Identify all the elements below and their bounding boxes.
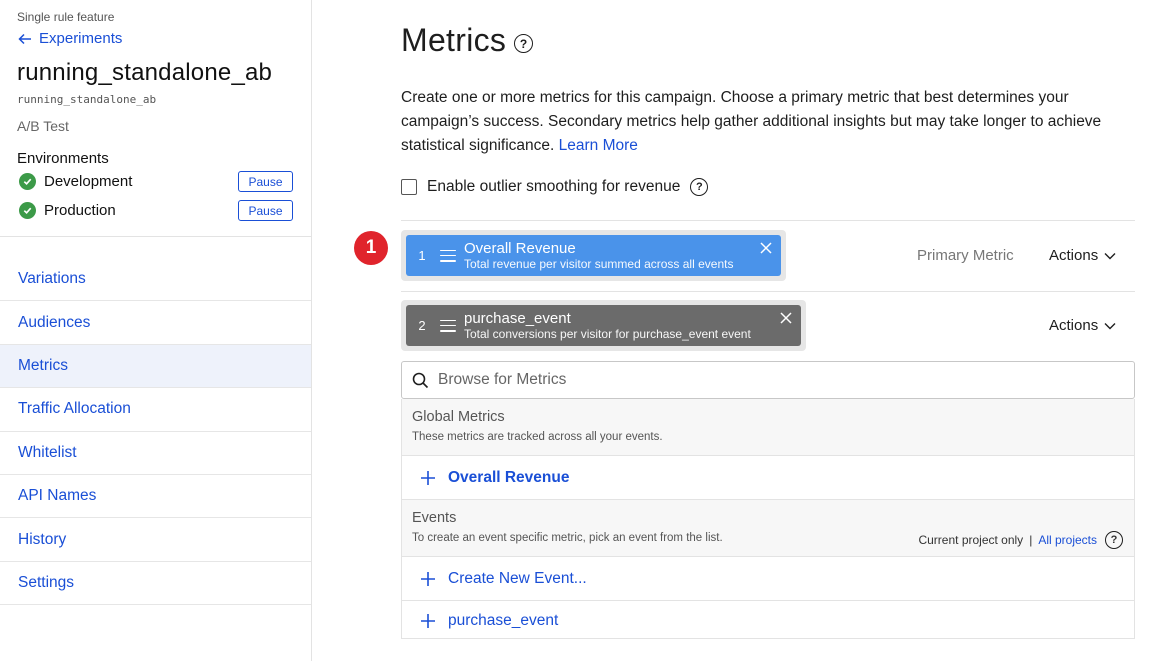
add-overall-revenue-option[interactable]: Overall Revenue <box>402 456 1134 500</box>
all-projects-link[interactable]: All projects <box>1038 533 1097 547</box>
learn-more-link[interactable]: Learn More <box>559 137 638 154</box>
global-metrics-subtext: These metrics are tracked across all you… <box>412 431 663 443</box>
check-circle-icon <box>19 202 36 219</box>
metric-actions-button[interactable]: Actions <box>1049 247 1116 264</box>
plus-icon <box>421 571 435 586</box>
metric-pill[interactable]: 1 Overall Revenue Total revenue per visi… <box>406 235 781 276</box>
sidebar-item-traffic-allocation[interactable]: Traffic Allocation <box>0 388 311 432</box>
add-purchase-event-option[interactable]: purchase_event <box>402 601 1134 640</box>
pause-development-button[interactable]: Pause <box>238 171 293 192</box>
metric-index: 2 <box>418 318 426 333</box>
help-icon[interactable]: ? <box>690 178 709 196</box>
option-label: Overall Revenue <box>448 468 570 486</box>
metric-pill[interactable]: 2 purchase_event Total conversions per v… <box>406 305 801 346</box>
actions-label: Actions <box>1049 247 1099 264</box>
drag-handle-icon[interactable] <box>440 319 456 332</box>
metric-description: Total conversions per visitor for purcha… <box>464 327 751 341</box>
global-metrics-heading: Global Metrics <box>412 409 505 425</box>
divider <box>401 291 1135 292</box>
experiment-name: running_standalone_ab <box>17 59 273 86</box>
option-label: purchase_event <box>448 611 559 629</box>
current-project-option[interactable]: Current project only <box>918 533 1023 547</box>
sidebar-item-variations[interactable]: Variations <box>0 258 311 302</box>
sidebar: Single rule feature Experiments running_… <box>0 0 312 661</box>
drag-handle-icon[interactable] <box>440 249 456 262</box>
environment-name: Development <box>44 173 133 190</box>
plus-icon <box>421 470 435 485</box>
feature-kicker: Single rule feature <box>17 10 115 24</box>
annotation-badge: 1 <box>354 231 388 265</box>
environment-row-development: Development Pause <box>17 167 293 196</box>
metric-row-primary: 1 Overall Revenue Total revenue per visi… <box>401 230 786 281</box>
description-text: Create one or more metrics for this camp… <box>401 89 1102 154</box>
sidebar-item-settings[interactable]: Settings <box>0 562 311 606</box>
page-description: Create one or more metrics for this camp… <box>401 86 1135 158</box>
outlier-smoothing-label: Enable outlier smoothing for revenue <box>427 178 681 195</box>
actions-label: Actions <box>1049 317 1099 334</box>
plus-icon <box>421 613 435 628</box>
option-label: Create New Event... <box>448 569 587 587</box>
chevron-down-icon <box>1104 322 1116 329</box>
sidebar-item-audiences[interactable]: Audiences <box>0 301 311 345</box>
pause-production-button[interactable]: Pause <box>238 200 293 221</box>
sidebar-nav: Variations Audiences Metrics Traffic All… <box>0 258 311 606</box>
search-icon <box>412 372 429 388</box>
events-heading: Events <box>412 510 457 526</box>
outlier-smoothing-option[interactable]: Enable outlier smoothing for revenue ? <box>401 178 709 196</box>
back-to-experiments-link[interactable]: Experiments <box>17 30 293 47</box>
help-icon[interactable]: ? <box>1105 531 1123 549</box>
page-title: Metrics ? <box>401 22 534 59</box>
project-scope-toggle: Current project only | All projects ? <box>918 531 1123 549</box>
global-metrics-section-header: Global Metrics These metrics are tracked… <box>402 399 1134 456</box>
events-section-header: Events To create an event specific metri… <box>402 500 1134 557</box>
page-title-text: Metrics <box>401 22 507 58</box>
experiment-key: running_standalone_ab <box>17 93 157 106</box>
browse-metrics-box[interactable] <box>401 361 1135 399</box>
metric-row-secondary: 2 purchase_event Total conversions per v… <box>401 300 806 351</box>
metric-name: purchase_event <box>464 310 571 327</box>
sidebar-item-history[interactable]: History <box>0 518 311 562</box>
metric-description: Total revenue per visitor summed across … <box>464 257 734 271</box>
sidebar-item-whitelist[interactable]: Whitelist <box>0 432 311 475</box>
arrow-left-icon <box>18 33 31 44</box>
close-icon[interactable] <box>759 241 773 255</box>
environment-row-production: Production Pause <box>17 196 293 225</box>
outlier-smoothing-checkbox[interactable] <box>401 179 417 195</box>
metric-actions-button[interactable]: Actions <box>1049 317 1116 334</box>
separator: | <box>1029 533 1033 547</box>
environment-name: Production <box>44 202 116 219</box>
close-icon[interactable] <box>779 311 793 325</box>
experiment-header: Single rule feature Experiments running_… <box>0 0 311 237</box>
back-link-label: Experiments <box>39 30 123 47</box>
browse-metrics-input[interactable] <box>438 371 1088 389</box>
sidebar-item-metrics[interactable]: Metrics <box>0 344 311 389</box>
chevron-down-icon <box>1104 252 1116 259</box>
experiment-type: A/B Test <box>17 118 69 134</box>
help-icon[interactable]: ? <box>514 34 534 53</box>
environments-heading: Environments <box>17 150 109 167</box>
check-circle-icon <box>19 173 36 190</box>
metric-index: 1 <box>418 248 426 263</box>
divider <box>401 220 1135 221</box>
metrics-dropdown: Global Metrics These metrics are tracked… <box>401 399 1135 639</box>
create-new-event-option[interactable]: Create New Event... <box>402 557 1134 601</box>
primary-metric-label: Primary Metric <box>917 247 1014 264</box>
sidebar-item-api-names[interactable]: API Names <box>0 475 311 519</box>
metric-name: Overall Revenue <box>464 240 576 257</box>
